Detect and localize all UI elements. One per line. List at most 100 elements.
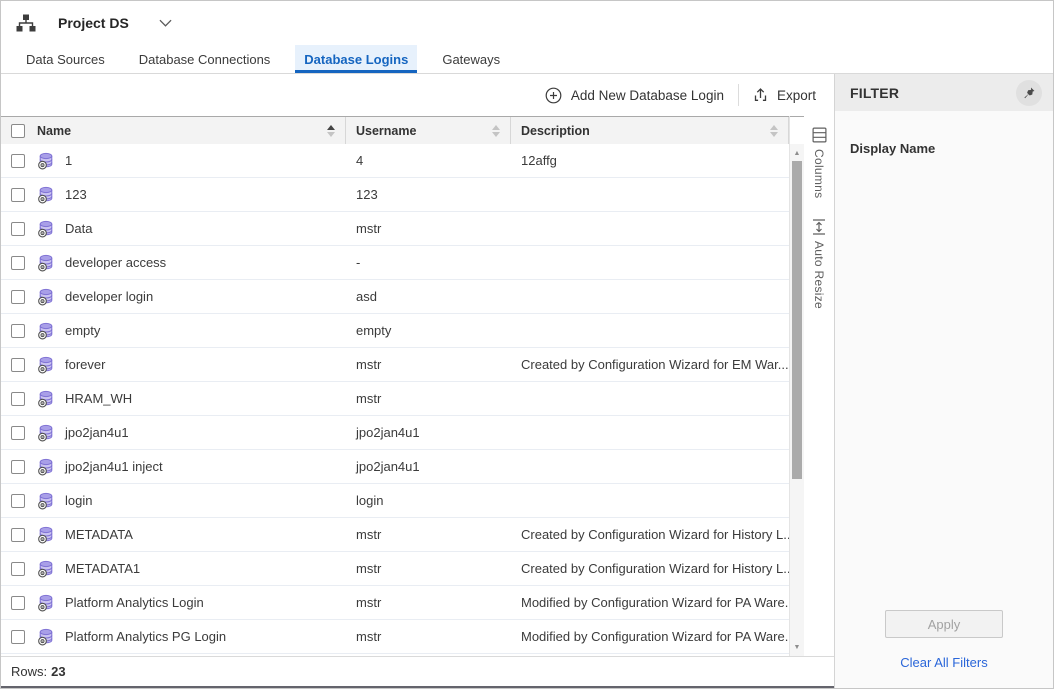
scroll-down-arrow-icon[interactable]: ▼	[790, 640, 804, 654]
login-name[interactable]: Platform Analytics PG Login	[65, 629, 226, 644]
login-name[interactable]: 123	[65, 187, 87, 202]
table-row[interactable]: emptyempty	[1, 314, 789, 348]
rows-count: 23	[51, 664, 65, 679]
tool-label: Auto Resize	[812, 241, 826, 309]
sort-none-icon[interactable]	[492, 125, 500, 137]
tab-database-connections[interactable]: Database Connections	[130, 45, 280, 73]
main-area: Add New Database Login Export Name Userna…	[1, 74, 1053, 688]
row-checkbox[interactable]	[11, 154, 25, 168]
row-checkbox[interactable]	[11, 596, 25, 610]
tab-database-logins[interactable]: Database Logins	[295, 45, 417, 73]
column-label: Name	[37, 124, 327, 138]
row-username-cell: login	[346, 493, 511, 508]
apply-button[interactable]: Apply	[885, 610, 1003, 638]
row-description-cell: Created by Configuration Wizard for Hist…	[511, 527, 789, 542]
row-checkbox[interactable]	[11, 256, 25, 270]
add-button-label: Add New Database Login	[571, 88, 724, 103]
table-row[interactable]: METADATA1mstrCreated by Configuration Wi…	[1, 552, 789, 586]
table-row[interactable]: developer loginasd	[1, 280, 789, 314]
column-header-description[interactable]: Description	[511, 117, 789, 144]
tab-gateways[interactable]: Gateways	[433, 45, 509, 73]
row-checkbox[interactable]	[11, 494, 25, 508]
column-header-name[interactable]: Name	[1, 117, 346, 144]
add-new-database-login-button[interactable]: Add New Database Login	[535, 87, 734, 104]
table-row[interactable]: jpo2jan4u1jpo2jan4u1	[1, 416, 789, 450]
select-all-checkbox[interactable]	[11, 124, 25, 138]
login-name[interactable]: HRAM_WH	[65, 391, 132, 406]
table-row[interactable]: 1412affg	[1, 144, 789, 178]
login-name[interactable]: developer login	[65, 289, 153, 304]
row-name-cell: 1	[1, 152, 346, 170]
tool-auto-resize[interactable]: Auto Resize	[811, 220, 827, 309]
row-checkbox[interactable]	[11, 528, 25, 542]
scrollbar-header-spacer	[790, 116, 804, 144]
login-name[interactable]: jpo2jan4u1	[65, 425, 129, 440]
login-name[interactable]: jpo2jan4u1 inject	[65, 459, 163, 474]
sort-ascending-icon[interactable]	[327, 125, 335, 137]
table-row[interactable]: login login	[1, 484, 789, 518]
row-checkbox[interactable]	[11, 392, 25, 406]
row-checkbox[interactable]	[11, 630, 25, 644]
row-name-cell: developer login	[1, 288, 346, 306]
project-chevron-down-icon[interactable]	[159, 19, 172, 27]
login-name[interactable]: METADATA1	[65, 561, 140, 576]
scrollbar-track[interactable]: ▲ ▼	[790, 144, 804, 656]
database-login-icon	[37, 526, 56, 544]
content-area: Add New Database Login Export Name Userna…	[1, 74, 834, 688]
table-header-row: Name UsernameDescription	[1, 116, 789, 144]
database-login-icon	[37, 322, 56, 340]
side-tool-strip: Columns Auto Resize	[804, 116, 834, 656]
row-checkbox[interactable]	[11, 222, 25, 236]
row-description-cell: Created by Configuration Wizard for EM W…	[511, 357, 789, 372]
row-checkbox[interactable]	[11, 188, 25, 202]
row-username-cell: mstr	[346, 629, 511, 644]
login-name[interactable]: METADATA	[65, 527, 133, 542]
plus-circle-icon	[545, 87, 562, 104]
column-header-username[interactable]: Username	[346, 117, 511, 144]
login-name[interactable]: empty	[65, 323, 100, 338]
table-row[interactable]: jpo2jan4u1 injectjpo2jan4u1	[1, 450, 789, 484]
database-login-icon	[37, 288, 56, 306]
filter-panel: FILTER Display Name Apply Clear All Filt…	[834, 74, 1053, 688]
table-row[interactable]: HRAM_WH mstr	[1, 382, 789, 416]
table-row[interactable]: developer access-	[1, 246, 789, 280]
row-checkbox[interactable]	[11, 426, 25, 440]
table-row[interactable]: forever mstrCreated by Configuration Wiza…	[1, 348, 789, 382]
table-row[interactable]: METADATAmstrCreated by Configuration Wiz…	[1, 518, 789, 552]
vertical-scrollbar[interactable]: ▲ ▼	[789, 116, 804, 656]
row-checkbox[interactable]	[11, 562, 25, 576]
login-name[interactable]: developer access	[65, 255, 166, 270]
login-name[interactable]: Platform Analytics Login	[65, 595, 204, 610]
export-button[interactable]: Export	[743, 87, 826, 103]
row-name-cell: 123	[1, 186, 346, 204]
clear-all-filters-link[interactable]: Clear All Filters	[900, 655, 987, 670]
row-username-cell: mstr	[346, 221, 511, 236]
pin-filter-button[interactable]	[1016, 80, 1042, 106]
toolbar-divider	[738, 84, 739, 106]
database-login-icon	[37, 458, 56, 476]
tab-data-sources[interactable]: Data Sources	[17, 45, 114, 73]
row-username-cell: mstr	[346, 391, 511, 406]
login-name[interactable]: Data	[65, 221, 92, 236]
table-row[interactable]: Platform Analytics LoginmstrModified by …	[1, 586, 789, 620]
row-checkbox[interactable]	[11, 460, 25, 474]
display-name-filter-label: Display Name	[850, 141, 1038, 156]
tabs: Data Sources Database Connections Database…	[1, 45, 1053, 74]
row-username-cell: mstr	[346, 357, 511, 372]
sort-none-icon[interactable]	[770, 125, 778, 137]
table-row[interactable]: Platform Analytics PG LoginmstrModified …	[1, 620, 789, 654]
login-name[interactable]: login	[65, 493, 92, 508]
scrollbar-thumb[interactable]	[792, 161, 802, 479]
row-checkbox[interactable]	[11, 324, 25, 338]
row-name-cell: forever	[1, 356, 346, 374]
database-login-icon	[37, 492, 56, 510]
table-row[interactable]: 123123	[1, 178, 789, 212]
row-checkbox[interactable]	[11, 290, 25, 304]
tool-columns[interactable]: Columns	[812, 128, 827, 198]
login-name[interactable]: forever	[65, 357, 105, 372]
scroll-up-arrow-icon[interactable]: ▲	[790, 146, 804, 160]
login-name[interactable]: 1	[65, 153, 72, 168]
database-login-icon	[37, 424, 56, 442]
row-checkbox[interactable]	[11, 358, 25, 372]
table-row[interactable]: Data mstr	[1, 212, 789, 246]
